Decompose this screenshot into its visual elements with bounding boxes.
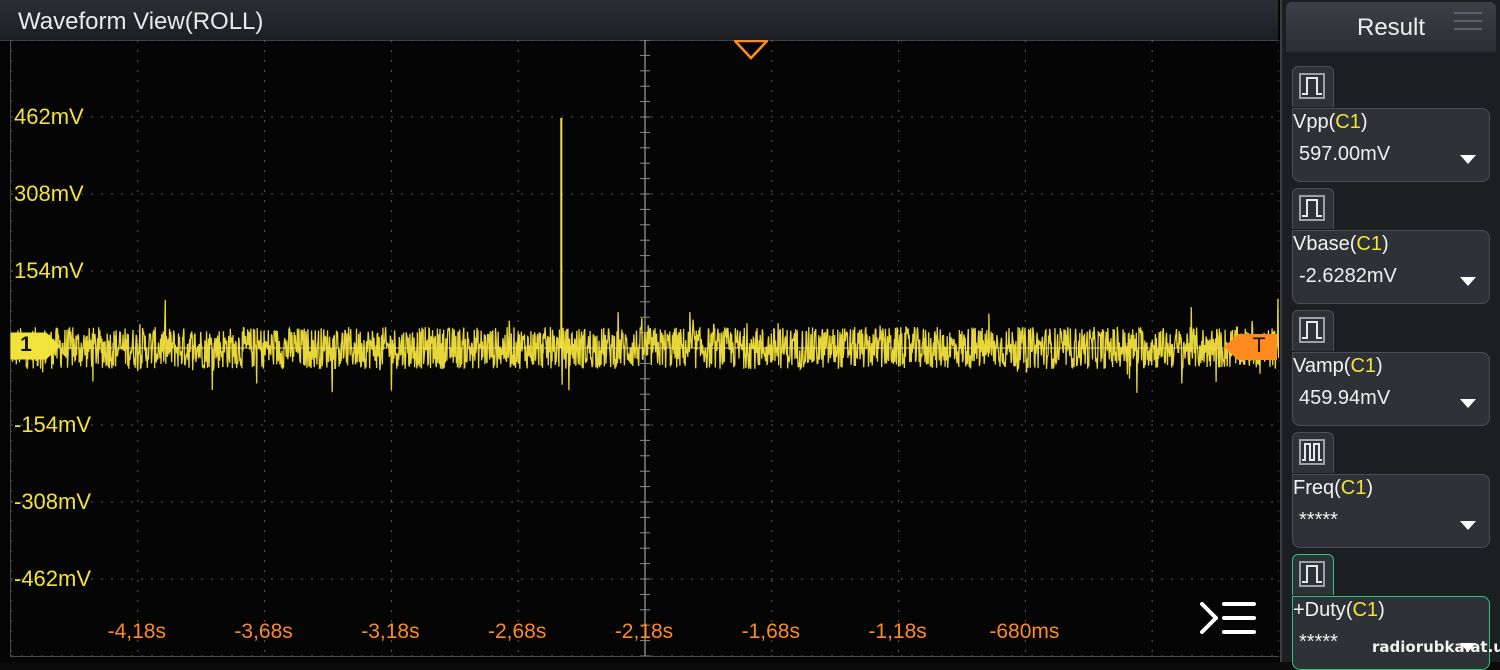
paren: ): [1378, 599, 1385, 621]
x-tick-label: -1,68s: [741, 620, 800, 643]
pulse-icon: [1299, 195, 1325, 221]
chevron-down-icon[interactable]: [1459, 153, 1477, 165]
paren: ): [1366, 477, 1374, 499]
measurement-card[interactable]: Vbase(C1) -2.6282mV: [1292, 230, 1490, 304]
measurement-type: Vbase: [1293, 233, 1350, 255]
y-tick-label: 154mV: [14, 258, 84, 283]
measurement-source: C1: [1340, 477, 1367, 499]
measurement-name: Vamp(C1): [1293, 355, 1383, 378]
waveform-plot[interactable]: [10, 40, 1279, 657]
title-bar: Waveform View(ROLL): [0, 0, 1278, 41]
y-tick-label: 308mV: [14, 181, 84, 206]
measurement-type: Vamp: [1293, 355, 1344, 377]
measurement-card[interactable]: Vamp(C1) 459.94mV: [1292, 352, 1490, 426]
measurement-card[interactable]: Vpp(C1) 597.00mV: [1292, 108, 1490, 182]
result-header[interactable]: Result: [1286, 2, 1496, 52]
measurement-tab-vamp[interactable]: [1292, 310, 1334, 351]
measurement-tab-freq[interactable]: [1292, 432, 1334, 473]
measurement-source: C1: [1356, 233, 1382, 255]
x-tick-label: -680ms: [989, 620, 1060, 643]
measurement-type: +Duty: [1293, 599, 1346, 621]
pulse-icon: [1299, 73, 1325, 99]
y-tick-label: -462mV: [14, 566, 92, 591]
measurement-value: 459.94mV: [1299, 387, 1391, 409]
measurement-card[interactable]: Freq(C1) *****: [1292, 474, 1490, 548]
x-tick-label: -2,68s: [488, 620, 547, 643]
pulse-icon: [1299, 317, 1325, 343]
y-tick-label: -308mV: [14, 489, 92, 514]
paren: ): [1381, 233, 1389, 255]
y-tick-label: -154mV: [14, 412, 92, 437]
measurement-tab-vpp[interactable]: [1292, 66, 1334, 107]
chevron-down-icon[interactable]: [1459, 275, 1477, 287]
result-panel: Result Vpp(C1) 597.00mV Vbase(C1) -2.6282mV…: [1280, 0, 1500, 670]
trigger-level-label: T: [1252, 334, 1266, 357]
measurement-name: Vbase(C1): [1293, 233, 1389, 256]
measurement-value: -2.6282mV: [1299, 265, 1397, 287]
measurement-name: Vpp(C1): [1293, 111, 1368, 134]
measurement-source: C1: [1350, 355, 1377, 377]
measurement-source: C1: [1352, 599, 1379, 621]
x-tick-label: -3,68s: [234, 620, 293, 643]
oscilloscope-view: Waveform View(ROLL) 462mV 308mV 154mV -154m…: [0, 0, 1280, 662]
measurement-tab-vbase[interactable]: [1292, 188, 1334, 229]
measurement-type: Freq: [1293, 477, 1335, 499]
channel-1-label: 1: [20, 333, 32, 356]
pulse-train-icon: [1299, 439, 1325, 465]
waveform-canvas[interactable]: [11, 40, 1279, 656]
measurement-value: 597.00mV: [1299, 143, 1391, 165]
trigger-position-marker[interactable]: [734, 40, 768, 60]
measurement-name: +Duty(C1): [1293, 599, 1385, 622]
hamburger-icon[interactable]: [1454, 10, 1482, 32]
paren: ): [1360, 111, 1368, 133]
y-tick-label: 462mV: [14, 104, 84, 129]
measurement-name: Freq(C1): [1293, 477, 1373, 500]
chevron-down-icon[interactable]: [1459, 519, 1477, 531]
paren: ): [1376, 355, 1383, 377]
x-tick-label: -3,18s: [361, 620, 420, 643]
watermark: radiorubka.at.ua: [1372, 638, 1500, 656]
measurement-source: C1: [1335, 111, 1361, 133]
x-tick-label: -4,18s: [107, 620, 166, 643]
measurement-tab-duty[interactable]: [1292, 554, 1334, 595]
measurement-card[interactable]: +Duty(C1) *****: [1292, 596, 1490, 670]
menu-button[interactable]: [1196, 596, 1258, 640]
page-title: Waveform View(ROLL): [18, 8, 264, 35]
chevron-down-icon[interactable]: [1459, 397, 1477, 409]
pulse-icon: [1299, 561, 1325, 587]
paren: (: [1334, 477, 1341, 499]
measurement-value: *****: [1299, 631, 1338, 653]
measurement-value: *****: [1299, 509, 1338, 531]
x-tick-label: -2,18s: [614, 620, 674, 643]
measurement-type: Vpp: [1293, 111, 1329, 133]
x-tick-label: -1,18s: [868, 620, 927, 643]
